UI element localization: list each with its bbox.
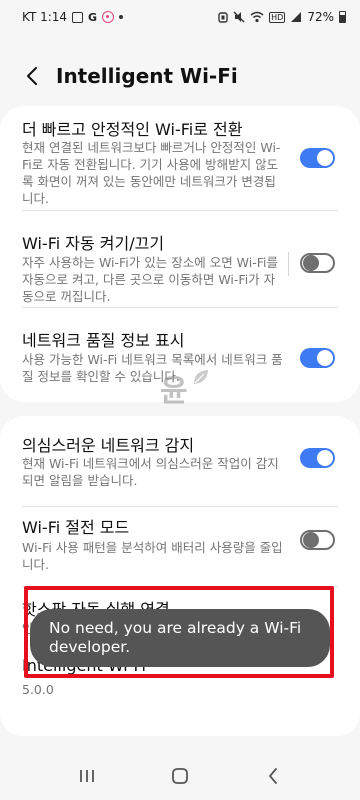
status-right: HD 72% [218, 10, 346, 24]
setting-title: 의심스러운 네트워크 감지 [22, 436, 195, 455]
back-button[interactable] [8, 52, 56, 100]
setting-title: Wi-Fi 자동 켜기/끄기 [22, 234, 165, 253]
page-title: Intelligent Wi-Fi [56, 64, 238, 88]
fast-switch-toggle[interactable] [300, 148, 335, 168]
toggle-knob [317, 150, 333, 166]
row-separator [288, 252, 289, 276]
setting-row-suspicious-network[interactable]: 의심스러운 네트워크 감지 현재 Wi-Fi 네트워크에서 의심스러운 작업이 … [0, 416, 360, 506]
mute-icon [233, 11, 245, 23]
app-header: Intelligent Wi-Fi [0, 50, 360, 102]
google-notification-icon: G [88, 10, 98, 24]
wifi-icon [250, 11, 264, 23]
navigation-bar [0, 752, 360, 800]
carrier-time: KT 1:14 [22, 10, 68, 24]
back-arrow-icon [27, 67, 37, 85]
suspicious-network-toggle[interactable] [300, 448, 335, 468]
leaf-icon [194, 370, 208, 384]
more-notifications-icon [119, 15, 124, 19]
auto-wifi-toggle[interactable] [300, 253, 335, 273]
back-nav-icon [269, 768, 278, 784]
screen-record-icon [102, 11, 115, 23]
watermark-text: 윤 [160, 374, 188, 409]
toggle-knob [303, 532, 319, 548]
setting-description: 현재 연결된 네트워크보다 빠르거나 안정적인 Wi-Fi로 자동 전환됩니다.… [22, 140, 281, 206]
toggle-knob [317, 350, 333, 366]
power-saving-toggle[interactable] [300, 530, 335, 550]
status-left: KT 1:14 G [22, 10, 124, 24]
settings-card-primary: 더 빠르고 안정적인 Wi-Fi로 전환 현재 연결된 네트워크보다 빠르거나 … [0, 106, 360, 402]
setting-row-power-saving[interactable]: Wi-Fi 절전 모드 Wi-Fi 사용 패턴을 분석하여 배터리 사용량을 줄… [0, 507, 360, 587]
setting-title: Wi-Fi 절전 모드 [22, 518, 130, 537]
setting-description: 자주 사용하는 Wi-Fi가 있는 장소에 오면 Wi-Fi를 자동으로 켜고,… [22, 255, 278, 304]
setting-row-fast-switch[interactable]: 더 빠르고 안정적인 Wi-Fi로 전환 현재 연결된 네트워크보다 빠르거나 … [0, 106, 360, 210]
setting-description: 현재 Wi-Fi 네트워크에서 의심스러운 작업이 감지되면 알림을 받습니다. [22, 456, 279, 488]
home-button[interactable] [156, 758, 204, 794]
battery-percent: 72% [307, 10, 334, 24]
setting-value: 5.0.0 [22, 682, 54, 697]
toast-message: No need, you are already a Wi-Fi develop… [30, 609, 330, 667]
setting-title: 네트워크 품질 정보 표시 [22, 331, 185, 350]
battery-icon [339, 11, 346, 23]
setting-description: Wi-Fi 사용 패턴을 분석하여 배터리 사용량을 줄입니다. [22, 540, 283, 572]
back-nav-button[interactable] [249, 758, 297, 794]
volte-icon: HD [269, 11, 286, 23]
home-icon [172, 768, 188, 784]
quality-info-toggle[interactable] [300, 348, 335, 368]
toggle-knob [303, 255, 319, 271]
setting-description: 사용 가능한 Wi-Fi 네트워크 목록에서 네트워크 품질 정보를 확인할 수… [22, 352, 283, 384]
status-bar: KT 1:14 G HD 72% [0, 0, 360, 34]
gallery-notification-icon [72, 11, 84, 23]
alarm-icon [218, 12, 228, 23]
recent-apps-icon [79, 770, 94, 782]
toggle-knob [317, 450, 333, 466]
setting-row-auto-wifi[interactable]: Wi-Fi 자동 켜기/끄기 자주 사용하는 Wi-Fi가 있는 장소에 오면 … [0, 211, 360, 307]
setting-title: 더 빠르고 안정적인 Wi-Fi로 전환 [22, 120, 243, 139]
signal-icon [291, 12, 302, 22]
recent-apps-button[interactable] [63, 758, 111, 794]
